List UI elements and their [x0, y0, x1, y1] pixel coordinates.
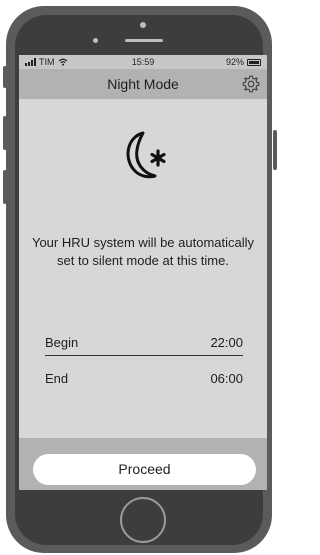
proceed-button[interactable]: Proceed	[33, 454, 256, 485]
battery-percent: 92%	[225, 57, 244, 67]
front-camera	[140, 22, 146, 28]
moon-star-icon	[126, 131, 166, 179]
footer-bar: Proceed	[19, 438, 267, 490]
power-button	[273, 130, 277, 170]
main-content: Your HRU system will be automatically se…	[19, 99, 267, 437]
battery-icon	[247, 58, 261, 66]
schedule-divider	[45, 355, 243, 356]
schedule-row-end[interactable]: End 06:00	[45, 371, 243, 386]
end-label: End	[45, 371, 69, 386]
schedule-row-begin[interactable]: Begin 22:00	[45, 335, 243, 350]
end-time-value[interactable]: 06:00	[210, 371, 243, 386]
volume-down-button	[3, 170, 7, 204]
proximity-sensor	[93, 38, 98, 43]
app-screen: TIM 15:59 92% Night Mode Your HRU system…	[19, 55, 267, 490]
begin-time-value[interactable]: 22:00	[210, 335, 243, 350]
status-bar: TIM 15:59 92%	[19, 55, 267, 69]
night-mode-description: Your HRU system will be automatically se…	[31, 235, 255, 268]
mute-switch	[3, 66, 7, 88]
gear-icon[interactable]	[241, 74, 261, 94]
volume-up-button	[3, 116, 7, 150]
page-title: Night Mode	[107, 76, 179, 92]
home-button[interactable]	[120, 497, 166, 543]
nav-bar: Night Mode	[19, 69, 267, 99]
begin-label: Begin	[45, 335, 79, 350]
earpiece-speaker	[125, 39, 163, 42]
status-right: 92%	[226, 57, 261, 67]
